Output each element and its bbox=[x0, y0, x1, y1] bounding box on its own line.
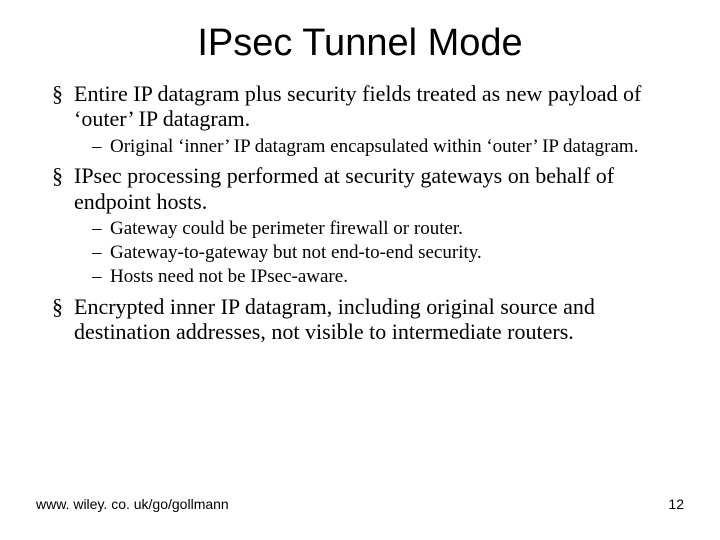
page-number: 12 bbox=[668, 496, 684, 512]
slide: IPsec Tunnel Mode Entire IP datagram plu… bbox=[0, 0, 720, 540]
bullet-text: IPsec processing performed at security g… bbox=[74, 163, 614, 213]
bullet-text: Encrypted inner IP datagram, including o… bbox=[74, 294, 595, 344]
footer-url: www. wiley. co. uk/go/gollmann bbox=[36, 496, 229, 512]
list-item: Entire IP datagram plus security fields … bbox=[52, 81, 680, 157]
sub-bullet-text: Gateway-to-gateway but not end-to-end se… bbox=[110, 242, 482, 263]
sub-list: Original ‘inner’ IP datagram encapsulate… bbox=[74, 136, 680, 158]
list-item: IPsec processing performed at security g… bbox=[52, 163, 680, 287]
footer: www. wiley. co. uk/go/gollmann 12 bbox=[36, 496, 684, 512]
sub-bullet-text: Hosts need not be IPsec-aware. bbox=[110, 266, 348, 287]
list-item: Gateway could be perimeter firewall or r… bbox=[92, 218, 680, 240]
sub-list: Gateway could be perimeter firewall or r… bbox=[74, 218, 680, 288]
sub-bullet-text: Original ‘inner’ IP datagram encapsulate… bbox=[110, 136, 638, 157]
list-item: Hosts need not be IPsec-aware. bbox=[92, 266, 680, 288]
list-item: Gateway-to-gateway but not end-to-end se… bbox=[92, 242, 680, 264]
list-item: Original ‘inner’ IP datagram encapsulate… bbox=[92, 136, 680, 158]
list-item: Encrypted inner IP datagram, including o… bbox=[52, 294, 680, 345]
sub-bullet-text: Gateway could be perimeter firewall or r… bbox=[110, 218, 463, 239]
bullet-list: Entire IP datagram plus security fields … bbox=[36, 81, 684, 344]
bullet-text: Entire IP datagram plus security fields … bbox=[74, 81, 641, 131]
slide-title: IPsec Tunnel Mode bbox=[36, 22, 684, 65]
